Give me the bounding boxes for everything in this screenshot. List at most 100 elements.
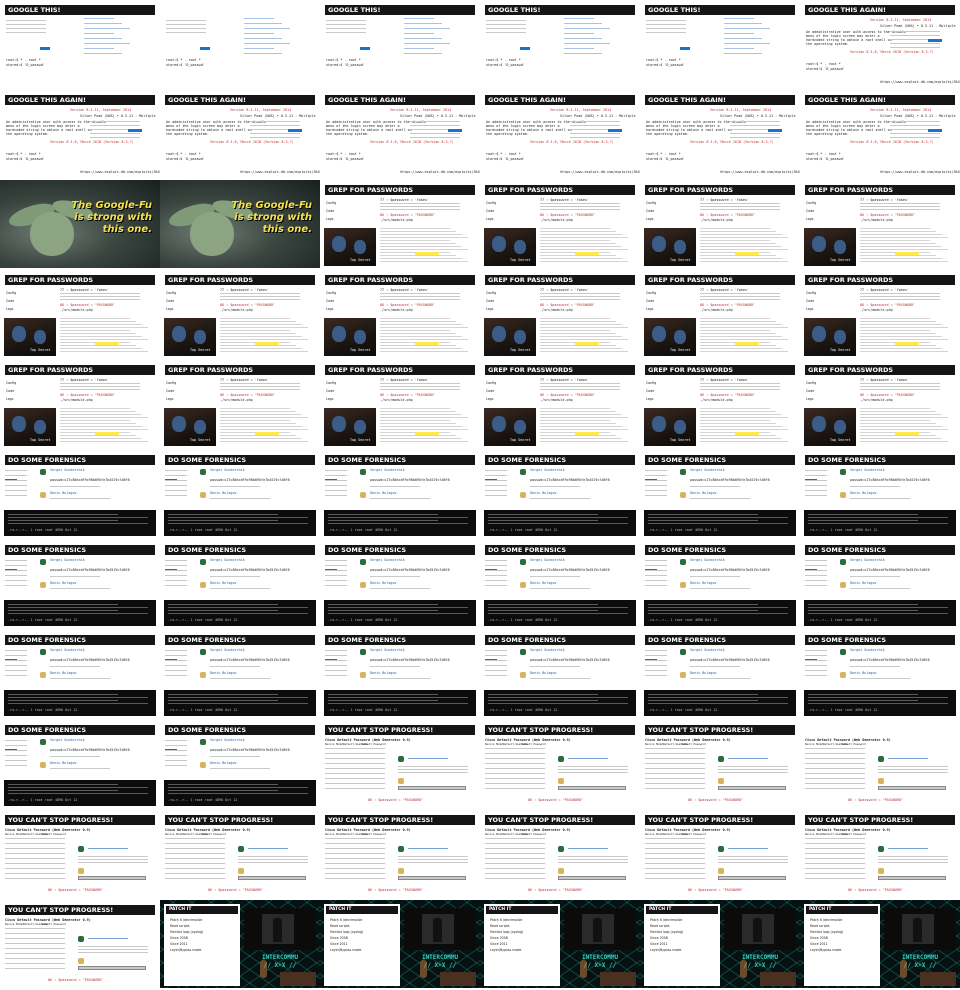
slide-thumbnail[interactable]: DO SOME FORENSICS Sergei Gundorchik passwd… bbox=[320, 540, 480, 628]
divider bbox=[700, 318, 770, 319]
slide-thumbnail[interactable]: GOOGLE THIS! root:$ * . root * stored:$ 'D… bbox=[0, 0, 160, 88]
version-line: Version 8.3.11, September 2014 bbox=[870, 18, 932, 22]
movie-tag: Top Secret bbox=[670, 348, 691, 352]
slide-thumbnail[interactable]: PATCH IT Patch it /decrimalize Read script… bbox=[160, 900, 320, 988]
divider bbox=[728, 848, 768, 849]
slide-thumbnail[interactable]: GOOGLE THIS AGAIN! Version 8.3.11, Septem… bbox=[640, 90, 800, 178]
divider bbox=[860, 209, 940, 210]
slide-thumbnail[interactable]: DO SOME FORENSICS Sergei Gundorchik passwd… bbox=[480, 540, 640, 628]
slide-thumbnail[interactable]: GREP FOR PASSWORDS Config Code Logs 77 : $pa… bbox=[480, 270, 640, 358]
slide-thumbnail[interactable]: GOOGLE THIS AGAIN! Version 8.3.11, Septem… bbox=[320, 90, 480, 178]
slide-thumbnail[interactable]: DO SOME FORENSICS Sergei Gundorchik passwd… bbox=[800, 630, 960, 718]
slide-thumbnail[interactable]: YOU CAN'T STOP PROGRESS! Cisco Default Pa… bbox=[800, 810, 960, 898]
slide-thumbnail[interactable]: GREP FOR PASSWORDS Config Code Logs 77 : $pa… bbox=[640, 360, 800, 448]
slide-thumbnail[interactable]: DO SOME FORENSICS Sergei Gundorchik passwd… bbox=[160, 450, 320, 538]
slide-thumbnail[interactable]: GREP FOR PASSWORDS Config Code Logs 77 : $pa… bbox=[640, 180, 800, 268]
slide-thumbnail[interactable]: YOU CAN'T STOP PROGRESS! Cisco Default Pa… bbox=[320, 720, 480, 808]
slide-thumbnail[interactable]: YOU CAN'T STOP PROGRESS! Cisco Default Pa… bbox=[640, 720, 800, 808]
slide-thumbnail[interactable]: GREP FOR PASSWORDS Config Code Logs 77 : $pa… bbox=[480, 180, 640, 268]
divider bbox=[60, 336, 142, 337]
divider bbox=[84, 23, 122, 24]
slide-thumbnail[interactable]: The Google-Fu is strong with this one. bbox=[160, 180, 320, 268]
divider bbox=[220, 417, 308, 418]
divider bbox=[380, 231, 456, 232]
slide-thumbnail[interactable]: YOU CAN'T STOP PROGRESS! Cisco Default Pa… bbox=[640, 810, 800, 898]
slide-thumbnail[interactable]: DO SOME FORENSICS Sergei Gundorchik passwd… bbox=[640, 540, 800, 628]
divider bbox=[805, 485, 827, 486]
slide-thumbnail[interactable]: PATCH IT Patch it /decrimalize Read script… bbox=[800, 900, 960, 988]
slide-thumbnail[interactable]: GREP FOR PASSWORDS Config Code Logs 77 : $pa… bbox=[160, 270, 320, 358]
slide-thumbnail[interactable]: GREP FOR PASSWORDS Config Code Logs 77 : $pa… bbox=[320, 180, 480, 268]
face bbox=[834, 330, 846, 344]
slide-thumbnail[interactable]: YOU CAN'T STOP PROGRESS! Cisco Default Pa… bbox=[160, 810, 320, 898]
table-row bbox=[325, 858, 385, 859]
highlight bbox=[360, 47, 370, 50]
slide-thumbnail[interactable]: DO SOME FORENSICS Sergei Gundorchik passwd… bbox=[320, 450, 480, 538]
slide-thumbnail[interactable]: DO SOME FORENSICS Sergei Gundorchik passwd… bbox=[0, 540, 160, 628]
slide-thumbnail[interactable]: GREP FOR PASSWORDS Config Code Logs 77 : $pa… bbox=[480, 360, 640, 448]
slide-thumbnail[interactable]: PATCH IT Patch it /decrimalize Read script… bbox=[640, 900, 800, 988]
slide-thumbnail[interactable]: DO SOME FORENSICS Sergei Gundorchik passwd… bbox=[0, 450, 160, 538]
slide-thumbnail[interactable]: root:$ * . root * stored:$ 'D_passwd' bbox=[160, 0, 320, 88]
bullet-item: Logs bbox=[326, 397, 334, 401]
slide-thumbnail[interactable]: The Google-Fu is strong with this one. bbox=[0, 180, 160, 268]
slide-thumbnail[interactable]: DO SOME FORENSICS Sergei Gundorchik passwd… bbox=[0, 720, 160, 808]
divider bbox=[485, 575, 507, 576]
slide-thumbnail[interactable]: GREP FOR PASSWORDS Config Code Logs 77 : $pa… bbox=[320, 360, 480, 448]
slide-thumbnail[interactable]: GREP FOR PASSWORDS Config Code Logs 77 : $pa… bbox=[800, 360, 960, 448]
slide-thumbnail[interactable]: DO SOME FORENSICS Sergei Gundorchik passwd… bbox=[800, 450, 960, 538]
slide-thumbnail[interactable]: GREP FOR PASSWORDS Config Code Logs 77 : $pa… bbox=[800, 270, 960, 358]
slide-thumbnail[interactable]: DO SOME FORENSICS Sergei Gundorchik passwd… bbox=[0, 630, 160, 718]
slide-thumbnail[interactable]: GREP FOR PASSWORDS Config Code Logs 77 : $pa… bbox=[800, 180, 960, 268]
slide-thumbnail[interactable]: GOOGLE THIS! root:$ * . root * stored:$ 'D… bbox=[320, 0, 480, 88]
slide-thumbnail[interactable]: YOU CAN'T STOP PROGRESS! Cisco Default Pa… bbox=[0, 810, 160, 898]
projector-screen bbox=[724, 908, 796, 950]
slide-thumbnail[interactable]: PATCH IT Patch it /decrimalize Read script… bbox=[320, 900, 480, 988]
slide-thumbnail[interactable]: DO SOME FORENSICS Sergei Gundorchik passwd… bbox=[160, 720, 320, 808]
slide-thumbnail[interactable]: YOU CAN'T STOP PROGRESS! Cisco Default Pa… bbox=[320, 810, 480, 898]
slide-thumbnail[interactable]: GREP FOR PASSWORDS Config Code Logs 77 : $pa… bbox=[0, 360, 160, 448]
face bbox=[834, 420, 846, 434]
slide-thumbnail[interactable]: DO SOME FORENSICS Sergei Gundorchik passwd… bbox=[160, 540, 320, 628]
slide-thumbnail[interactable]: GOOGLE THIS AGAIN! Version 8.3.11, Septem… bbox=[160, 90, 320, 178]
bullet-item: Code bbox=[326, 209, 335, 213]
slide-thumbnail[interactable]: GOOGLE THIS! root:$ * . root * stored:$ 'D… bbox=[640, 0, 800, 88]
slide-thumbnail[interactable]: GREP FOR PASSWORDS Config Code Logs 77 : $pa… bbox=[640, 270, 800, 358]
terminal-line bbox=[808, 607, 948, 608]
slide-thumbnail[interactable]: GREP FOR PASSWORDS Config Code Logs 77 : $pa… bbox=[320, 270, 480, 358]
divider bbox=[805, 490, 827, 491]
bullet-item: Config bbox=[646, 291, 657, 295]
terminal-line: -rw-r--r-- 1 root root 4096 Oct 12 bbox=[808, 528, 878, 532]
slide-thumbnail[interactable]: PATCH IT Patch it /decrimalize Read script… bbox=[480, 900, 640, 988]
user-name: Denis Bulagov bbox=[50, 581, 77, 585]
slide-thumbnail[interactable]: GOOGLE THIS AGAIN! Version 8.3.11, Septem… bbox=[480, 90, 640, 178]
slide-thumbnail[interactable]: YOU CAN'T STOP PROGRESS! Cisco Default Pa… bbox=[480, 720, 640, 808]
highlight bbox=[255, 432, 279, 435]
slide-thumbnail[interactable]: DO SOME FORENSICS Sergei Gundorchik passwd… bbox=[160, 630, 320, 718]
slide-thumbnail[interactable]: GREP FOR PASSWORDS Config Code Logs 77 : $pa… bbox=[160, 360, 320, 448]
slide-thumbnail[interactable]: GOOGLE THIS AGAIN! Version 8.3.11, Septem… bbox=[800, 90, 960, 178]
highlight bbox=[575, 432, 599, 435]
terminal-line bbox=[8, 790, 118, 791]
slide-thumbnail[interactable]: GREP FOR PASSWORDS Config Code Logs 77 : $pa… bbox=[0, 270, 160, 358]
divider bbox=[540, 345, 616, 346]
slide-thumbnail[interactable]: Cisco Default Password (Web Generator 0.… bbox=[800, 720, 960, 808]
slide-thumbnail[interactable]: DO SOME FORENSICS Sergei Gundorchik passwd… bbox=[640, 630, 800, 718]
bullet-item: Logs bbox=[166, 307, 174, 311]
divider bbox=[878, 856, 948, 857]
slide-thumbnail[interactable]: GOOGLE THIS AGAIN! Version 8.3.11, Septem… bbox=[800, 0, 960, 88]
slide-thumbnail[interactable]: YOU CAN'T STOP PROGRESS! Cisco Default Pa… bbox=[0, 900, 160, 988]
terminal: -rw-r--r-- 1 root root 4096 Oct 12 bbox=[4, 780, 156, 806]
slide-thumbnail[interactable]: DO SOME FORENSICS Sergei Gundorchik passwd… bbox=[480, 450, 640, 538]
slide-thumbnail[interactable]: DO SOME FORENSICS Sergei Gundorchik passwd… bbox=[640, 450, 800, 538]
slide-thumbnail[interactable]: DO SOME FORENSICS Sergei Gundorchik passwd… bbox=[320, 630, 480, 718]
divider bbox=[645, 650, 667, 651]
divider bbox=[5, 665, 27, 666]
slide-thumbnail[interactable]: GOOGLE THIS! root:$ * . root * stored:$ 'D… bbox=[480, 0, 640, 88]
terminal-line bbox=[8, 784, 118, 785]
slide-thumbnail[interactable]: DO SOME FORENSICS Sergei Gundorchik passwd… bbox=[480, 630, 640, 718]
divider bbox=[5, 660, 27, 661]
slide-thumbnail[interactable]: GOOGLE THIS AGAIN! Version 8.3.11, Septem… bbox=[0, 90, 160, 178]
slide-thumbnail[interactable]: YOU CAN'T STOP PROGRESS! Cisco Default Pa… bbox=[480, 810, 640, 898]
slide-thumbnail[interactable]: DO SOME FORENSICS Sergei Gundorchik passwd… bbox=[800, 540, 960, 628]
